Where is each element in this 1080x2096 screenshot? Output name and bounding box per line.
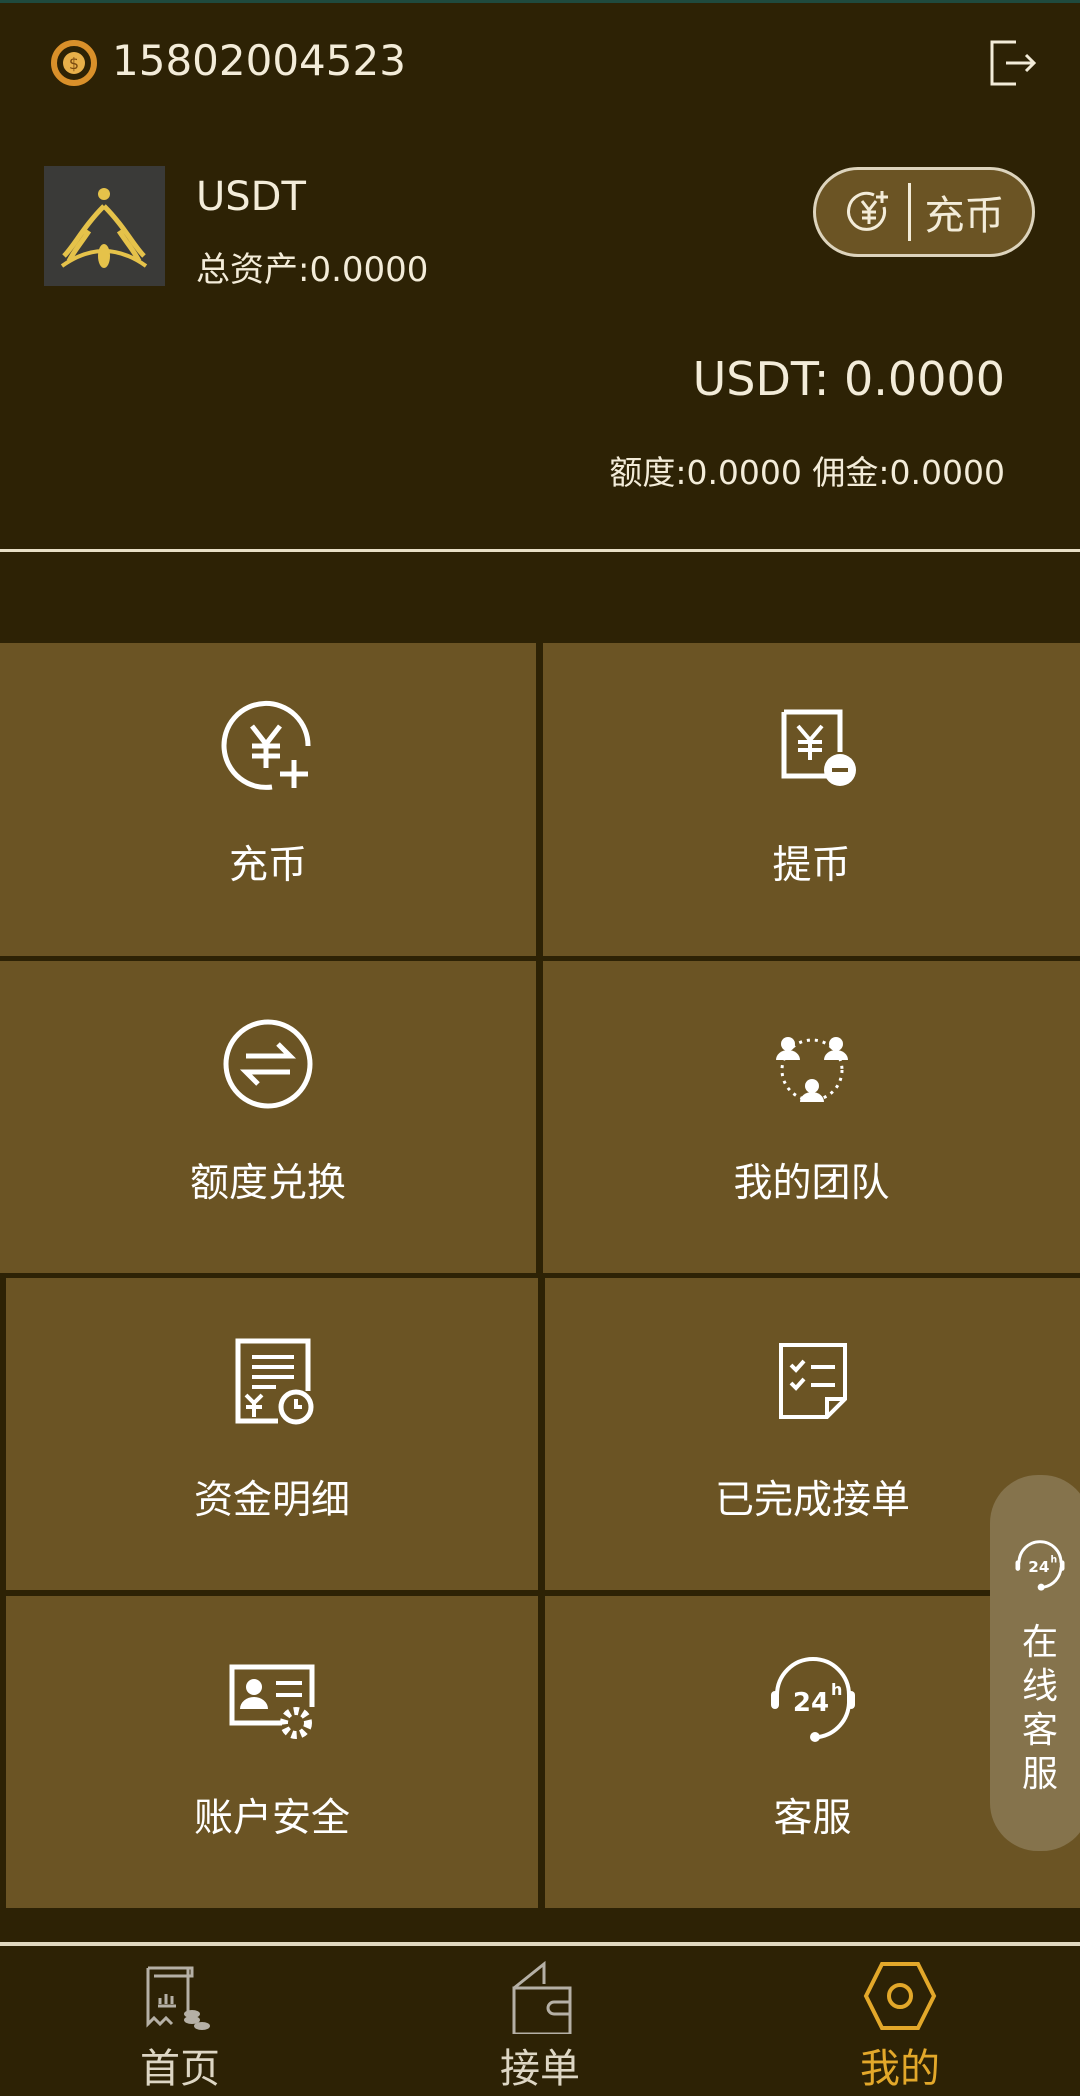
hexagon-icon bbox=[863, 1962, 937, 2030]
checklist-icon bbox=[778, 1343, 847, 1419]
svg-text:$: $ bbox=[69, 54, 79, 73]
menu-label: 额度兑换 bbox=[189, 1161, 346, 1206]
bottom-nav: 首页 接单 我的 bbox=[0, 1946, 1080, 2096]
menu-label: 客服 bbox=[773, 1796, 852, 1841]
yen-plus-icon bbox=[846, 191, 888, 231]
support-24h-icon: 24 h bbox=[1015, 1540, 1065, 1591]
team-icon bbox=[775, 1037, 848, 1102]
divider bbox=[907, 183, 911, 241]
receipt-chart-icon bbox=[146, 1966, 210, 2030]
svg-text:h: h bbox=[831, 1680, 842, 1699]
nav-label: 我的 bbox=[860, 2046, 940, 2092]
menu-my-team[interactable]: 我的团队 bbox=[543, 961, 1080, 1273]
online-service-button[interactable]: 24 h 在线客服 bbox=[990, 1475, 1080, 1851]
menu-label: 账户安全 bbox=[193, 1796, 350, 1841]
nav-label: 接单 bbox=[500, 2046, 580, 2092]
svg-text:24: 24 bbox=[792, 1688, 828, 1718]
menu-fund-detail[interactable]: 资金明细 bbox=[6, 1278, 538, 1590]
divider bbox=[0, 549, 1080, 552]
menu-label: 我的团队 bbox=[733, 1161, 890, 1206]
svg-text:24: 24 bbox=[1028, 1558, 1049, 1576]
menu-label: 充币 bbox=[228, 843, 307, 888]
menu-label: 提币 bbox=[772, 843, 851, 888]
support-24h-icon: 24 h bbox=[770, 1657, 855, 1742]
recharge-label: 充币 bbox=[924, 193, 1005, 239]
fund-detail-icon bbox=[235, 1338, 314, 1425]
status-strip bbox=[0, 0, 1080, 3]
menu-account-security[interactable]: 账户安全 bbox=[6, 1596, 538, 1908]
menu-withdraw[interactable]: 提币 bbox=[543, 643, 1080, 956]
coin-icon: $ bbox=[51, 40, 97, 86]
online-service-label: 在线客服 bbox=[1021, 1622, 1058, 1795]
logout-icon[interactable] bbox=[986, 38, 1038, 88]
quota-commission: 额度:0.0000 佣金:0.0000 bbox=[609, 453, 1005, 492]
menu-label: 资金明细 bbox=[193, 1478, 350, 1523]
coin-name: USDT bbox=[196, 174, 306, 220]
menu-label: 已完成接单 bbox=[714, 1478, 910, 1523]
yen-minus-icon bbox=[781, 709, 856, 786]
account-security-icon bbox=[229, 1664, 315, 1739]
nav-orders[interactable]: 接单 bbox=[360, 1946, 720, 2096]
nav-label: 首页 bbox=[140, 2046, 220, 2092]
nav-mine[interactable]: 我的 bbox=[720, 1946, 1080, 2096]
total-assets: 总资产:0.0000 bbox=[196, 250, 429, 290]
recharge-button[interactable]: 充币 bbox=[813, 167, 1035, 257]
menu-recharge[interactable]: 充币 bbox=[0, 643, 536, 956]
wallet-icon bbox=[512, 1960, 572, 2034]
svg-text:h: h bbox=[1051, 1555, 1058, 1566]
nav-home[interactable]: 首页 bbox=[0, 1946, 360, 2096]
menu-quota-exchange[interactable]: 额度兑换 bbox=[0, 961, 536, 1273]
coin-logo bbox=[44, 166, 165, 286]
exchange-icon bbox=[223, 1019, 313, 1109]
user-phone: 15802004523 bbox=[112, 36, 406, 85]
usdt-balance: USDT: 0.0000 bbox=[692, 352, 1005, 406]
yen-plus-icon bbox=[221, 700, 311, 790]
